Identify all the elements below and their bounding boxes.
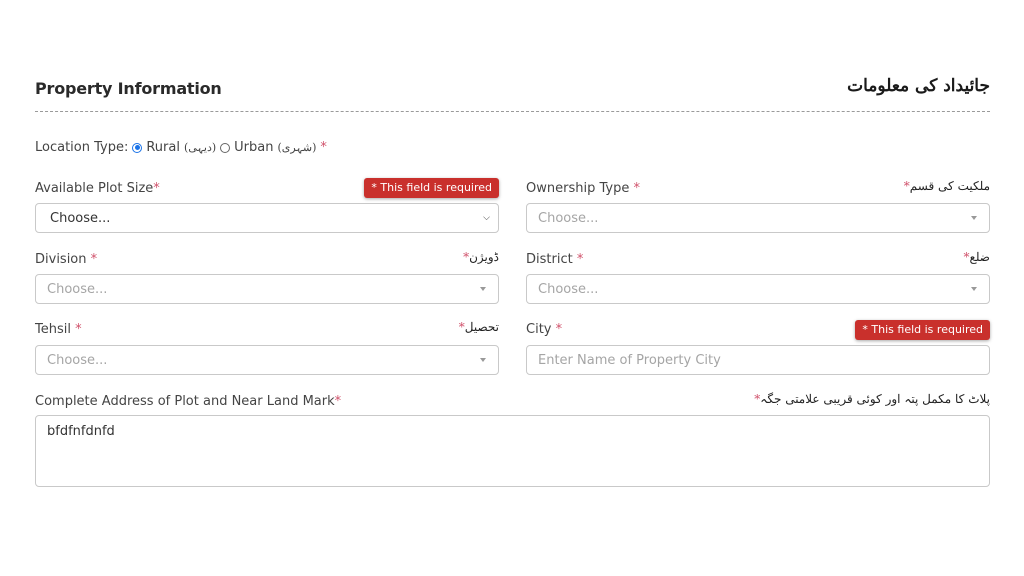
chevron-down-icon: ⌵ — [483, 213, 490, 223]
district-label-urdu: ضلع* — [963, 250, 990, 264]
district-select[interactable]: Choose... — [526, 274, 990, 304]
radio-urban-label-urdu: (شہری) — [277, 141, 317, 154]
tehsil-label-urdu: تحصیل* — [458, 320, 499, 334]
plot-size-field: Available Plot Size* * This field is req… — [35, 178, 499, 234]
ownership-type-label: Ownership Type * — [526, 181, 640, 196]
division-select[interactable]: Choose... — [35, 274, 499, 304]
tehsil-select[interactable]: Choose... — [35, 345, 499, 375]
plot-size-error-badge: * This field is required — [364, 178, 499, 198]
caret-down-icon — [971, 216, 977, 220]
district-label: District * — [526, 252, 584, 267]
city-input[interactable]: Enter Name of Property City — [526, 345, 990, 375]
section-header: Property Information جائیداد کی معلومات — [35, 74, 990, 112]
city-field: City * * This field is required Enter Na… — [526, 320, 990, 375]
radio-urban-label[interactable]: Urban — [234, 140, 273, 155]
tehsil-field: Tehsil * تحصیل* Choose... — [35, 320, 499, 375]
district-field: District * ضلع* Choose... — [526, 250, 990, 305]
radio-rural-label[interactable]: Rural — [146, 140, 180, 155]
radio-rural-label-urdu: (دیہی) — [183, 141, 217, 154]
address-label: Complete Address of Plot and Near Land M… — [35, 394, 342, 409]
city-error-badge: * This field is required — [855, 320, 990, 340]
address-textarea[interactable]: bfdfnfdnfd — [35, 415, 990, 487]
caret-down-icon — [480, 358, 486, 362]
tehsil-label: Tehsil * — [35, 322, 82, 337]
plot-size-select[interactable]: Choose... ⌵ — [35, 203, 499, 233]
location-type-group: Location Type: Rural (دیہی) Urban (شہری)… — [35, 140, 327, 155]
caret-down-icon — [480, 287, 486, 291]
radio-rural[interactable] — [132, 142, 143, 153]
location-type-label: Location Type: — [35, 140, 129, 155]
ownership-type-field: Ownership Type * ملکیت کی قسم* Choose... — [526, 179, 990, 234]
division-field: Division * ڈویژن* Choose... — [35, 250, 499, 305]
required-mark: * — [320, 140, 327, 155]
division-label: Division * — [35, 252, 98, 267]
division-label-urdu: ڈویژن* — [463, 250, 499, 264]
radio-urban[interactable] — [220, 142, 231, 153]
address-label-urdu: پلاٹ کا مکمل پتہ اور کوئی قریبی علامتی ج… — [754, 392, 990, 406]
ownership-type-label-urdu: ملکیت کی قسم* — [903, 179, 990, 193]
section-title: Property Information — [35, 79, 222, 98]
caret-down-icon — [971, 287, 977, 291]
section-title-urdu: جائیداد کی معلومات — [847, 76, 990, 96]
plot-size-label: Available Plot Size* — [35, 181, 160, 196]
address-field: Complete Address of Plot and Near Land M… — [35, 392, 990, 488]
city-label: City * — [526, 322, 563, 337]
ownership-type-select[interactable]: Choose... — [526, 203, 990, 233]
